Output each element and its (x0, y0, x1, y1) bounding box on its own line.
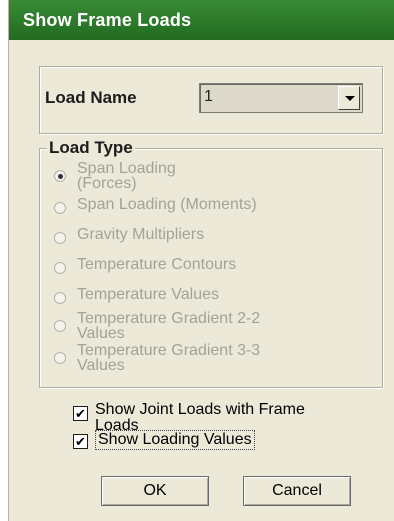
ok-button[interactable]: OK (101, 476, 209, 506)
radio-label: Span Loading (Moments) (77, 196, 257, 213)
radio-label: Span Loading (Forces) (77, 160, 176, 192)
radio-icon[interactable] (54, 232, 66, 244)
radio-label: Temperature Contours (77, 256, 237, 273)
radio-icon[interactable] (54, 262, 66, 274)
radio-label: Temperature Gradient 2-2 Values (77, 310, 261, 342)
radio-icon[interactable] (54, 320, 66, 332)
radio-icon[interactable] (54, 352, 66, 364)
radio-selected-icon[interactable] (54, 170, 66, 182)
radio-icon[interactable] (54, 202, 66, 214)
load-type-legend: Load Type (47, 138, 135, 158)
radio-label: Temperature Gradient 3-3 Values (77, 342, 261, 374)
load-name-value: 1 (204, 88, 213, 105)
title-bar: Show Frame Loads (9, 0, 394, 40)
show-loading-values-label: Show Loading Values (95, 430, 255, 450)
radio-icon[interactable] (54, 292, 66, 304)
cancel-button[interactable]: Cancel (243, 476, 351, 506)
checkmark-icon[interactable]: ✔ (73, 406, 88, 421)
show-frame-loads-dialog: Show Frame Loads Load Name 1 Load Type S… (8, 0, 394, 521)
load-name-label: Load Name (45, 88, 137, 107)
radio-label: Gravity Multipliers (77, 226, 205, 243)
chevron-down-icon[interactable] (338, 86, 360, 110)
load-name-dropdown[interactable]: 1 (199, 83, 363, 113)
checkmark-icon[interactable]: ✔ (73, 434, 88, 449)
radio-label: Temperature Values (77, 286, 219, 303)
